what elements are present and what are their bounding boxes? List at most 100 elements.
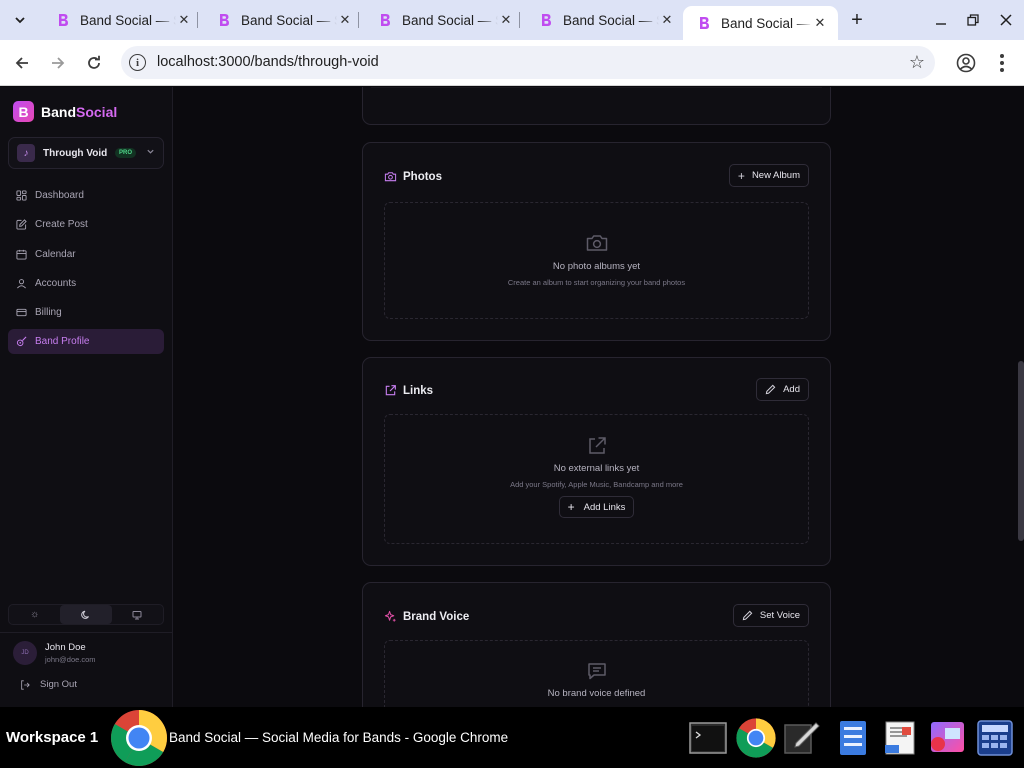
url-text[interactable]: localhost:3000/bands/through-void — [157, 54, 379, 70]
band-switcher[interactable]: ♪ Through Void PRO — [8, 137, 164, 169]
add-link-button[interactable]: Add — [756, 378, 809, 401]
user-panel: JD John Doe john@doe.com Sign Out — [0, 632, 172, 690]
theme-light-button[interactable]: ☼ — [9, 605, 60, 624]
empty-subtitle: Add your Spotify, Apple Music, Bandcamp … — [510, 480, 683, 489]
empty-title: No photo albums yet — [552, 261, 641, 272]
pencil-icon — [765, 384, 776, 395]
new-album-button[interactable]: + New Album — [728, 164, 809, 187]
minimize-icon — [936, 23, 946, 25]
band-social-favicon — [56, 12, 70, 28]
sparkles-icon — [384, 610, 396, 622]
close-icon[interactable]: ✕ — [812, 15, 828, 31]
image-viewer-icon[interactable] — [928, 719, 966, 757]
music-note-icon: ♪ — [17, 144, 35, 162]
empty-title: No brand voice defined — [547, 688, 646, 699]
camera-icon — [586, 235, 607, 251]
close-window-button[interactable] — [996, 10, 1016, 30]
tab-title: Band Social — Social Media for Bands — [241, 12, 337, 28]
taskbar: Workspace 1 Band Social — Social Media f… — [0, 707, 1024, 768]
plus-icon: + — [851, 8, 863, 31]
band-social-favicon — [539, 12, 553, 28]
browser-tab[interactable]: Band Social — Social Media for Bands ✕ — [364, 0, 524, 40]
browser-tab[interactable]: Band Social — Social Media for Bands ✕ — [525, 0, 685, 40]
brand-logo[interactable]: B BandSocial — [13, 101, 117, 122]
sign-out-button[interactable]: Sign Out — [20, 679, 77, 690]
tab-divider — [197, 12, 198, 28]
avatar[interactable]: JD — [13, 641, 37, 665]
add-links-button[interactable]: + Add Links — [558, 496, 635, 518]
tab-title: Band Social — Social Media for Bands — [721, 15, 812, 31]
arrow-right-icon — [52, 57, 65, 69]
site-info-icon[interactable]: i — [129, 54, 146, 71]
sidebar-item-label: Band Profile — [35, 336, 90, 348]
profile-button[interactable] — [955, 52, 977, 74]
forward-button[interactable] — [46, 51, 70, 75]
browser-tab[interactable]: Band Social — Social Media for Bands ✕ — [203, 0, 363, 40]
new-tab-button[interactable]: + — [845, 8, 869, 32]
sidebar-item-calendar[interactable]: Calendar — [8, 242, 164, 267]
pencil-icon — [742, 610, 753, 621]
sidebar-nav: Dashboard Create Post Calendar Accounts … — [8, 183, 164, 359]
sidebar-item-label: Dashboard — [35, 190, 84, 201]
close-icon[interactable]: ✕ — [176, 12, 192, 28]
terminal-icon[interactable] — [689, 719, 727, 757]
sidebar-item-billing[interactable]: Billing — [8, 300, 164, 325]
links-empty-state: No external links yet Add your Spotify, … — [384, 414, 809, 544]
bookmark-star-icon[interactable]: ☆ — [909, 52, 925, 73]
calculator-icon[interactable] — [976, 719, 1014, 757]
pro-badge: PRO — [114, 148, 136, 158]
restore-icon — [967, 14, 979, 26]
empty-subtitle: Create an album to start organizing your… — [507, 278, 686, 287]
theme-dark-button[interactable] — [60, 605, 112, 624]
guitar-icon — [16, 337, 27, 347]
monitor-icon — [132, 610, 142, 619]
text-editor-icon[interactable] — [782, 719, 820, 757]
sidebar-item-band-profile[interactable]: Band Profile — [8, 329, 164, 355]
minimize-button[interactable] — [931, 10, 951, 30]
brand-name: BandSocial — [41, 103, 118, 120]
reload-button[interactable] — [82, 51, 106, 75]
user-name: John Doe — [45, 642, 86, 653]
theme-system-button[interactable] — [112, 605, 163, 624]
close-icon[interactable]: ✕ — [498, 12, 514, 28]
message-icon — [587, 663, 606, 680]
edit-icon — [16, 219, 27, 230]
credit-card-icon — [16, 309, 27, 317]
set-voice-button[interactable]: Set Voice — [732, 604, 809, 627]
brand-voice-card: Brand Voice Set Voice No brand voice def… — [362, 582, 831, 707]
tab-search-button[interactable] — [8, 8, 32, 32]
brand-voice-heading: Brand Voice — [384, 610, 469, 623]
archive-icon[interactable] — [834, 719, 872, 757]
active-window-title: Band Social — Social Media for Bands - G… — [169, 730, 509, 745]
scrollbar[interactable] — [1016, 87, 1024, 707]
back-button[interactable] — [10, 51, 34, 75]
sidebar-item-dashboard[interactable]: Dashboard — [8, 183, 164, 208]
photos-heading: Photos — [384, 170, 442, 183]
close-icon[interactable]: ✕ — [659, 12, 675, 28]
calendar-icon — [16, 249, 27, 260]
workspace-label[interactable]: Workspace 1 — [6, 729, 98, 746]
document-viewer-icon[interactable] — [881, 719, 919, 757]
browser-tab-active[interactable]: Band Social — Social Media for Bands ✕ — [683, 6, 838, 40]
band-social-favicon — [217, 12, 231, 28]
photos-empty-state: No photo albums yet Create an album to s… — [384, 202, 809, 319]
browser-toolbar: i localhost:3000/bands/through-void ☆ — [0, 40, 1024, 86]
chrome-icon[interactable] — [735, 717, 777, 759]
browser-tab-bar: Band Social — Social Media for Bands ✕ B… — [0, 0, 1024, 40]
close-icon[interactable]: ✕ — [337, 12, 353, 28]
sidebar-item-label: Billing — [35, 307, 62, 319]
scrollbar-thumb[interactable] — [1018, 361, 1024, 541]
address-bar[interactable]: i localhost:3000/bands/through-void ☆ — [121, 46, 935, 79]
browser-menu-button[interactable] — [992, 51, 1012, 75]
tab-divider — [519, 12, 520, 28]
sidebar-item-accounts[interactable]: Accounts — [8, 271, 164, 296]
theme-switcher: ☼ — [8, 604, 164, 625]
user-email: john@doe.com — [45, 655, 96, 664]
close-icon — [1000, 14, 1012, 26]
restore-button[interactable] — [963, 10, 983, 30]
browser-tab[interactable]: Band Social — Social Media for Bands ✕ — [42, 0, 202, 40]
sidebar-item-create-post[interactable]: Create Post — [8, 212, 164, 237]
moon-icon — [81, 610, 89, 619]
chrome-icon[interactable] — [109, 708, 169, 768]
band-social-favicon — [697, 15, 711, 31]
